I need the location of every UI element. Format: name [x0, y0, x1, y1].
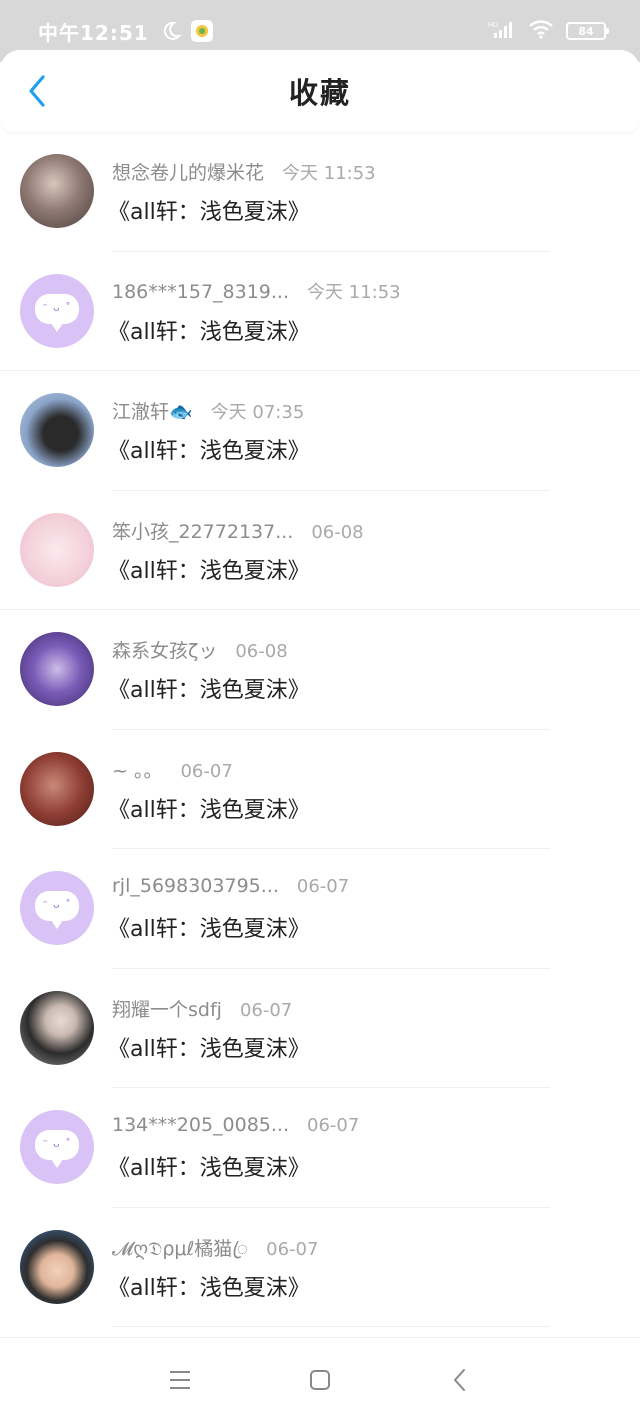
- app-notification-icon: [190, 20, 213, 42]
- list-item[interactable]: 𝓜ღ𝔇ρμℓ橘猫ꦿ 06-07 《all轩：浅色夏沫》: [0, 1208, 640, 1327]
- user-name: ~ 。。: [112, 759, 163, 782]
- status-time: 中午12:51: [38, 20, 149, 45]
- collected-title: 《all轩：浅色夏沫》: [108, 797, 310, 823]
- home-square-icon: [310, 1370, 330, 1390]
- user-name: 森系女孩ζッ: [112, 640, 218, 662]
- battery-level: 84: [578, 24, 594, 38]
- avatar[interactable]: ᵔ ᴗ ˚: [20, 871, 94, 945]
- signal-icon: HD: [488, 19, 516, 43]
- avatar[interactable]: ᵔ ᴗ ˚: [20, 1110, 94, 1184]
- timestamp: 06-07: [239, 999, 293, 1021]
- list-item[interactable]: ᵔ ᴗ ˚ 134***205_0085... 06-07 《all轩：浅色夏沫》: [0, 1088, 640, 1208]
- collected-title: 《all轩：浅色夏沫》: [108, 200, 310, 225]
- network-label: HD: [488, 22, 498, 29]
- chat-bubble-icon: ᵔ ᴗ ˚: [35, 293, 79, 332]
- chevron-left-icon: [29, 75, 45, 107]
- back-button[interactable]: [20, 74, 54, 108]
- home-button[interactable]: [305, 1365, 335, 1395]
- timestamp: 06-07: [307, 1115, 360, 1136]
- chat-bubble-icon: ᵔ ᴗ ˚: [35, 1130, 79, 1168]
- header: 收藏: [0, 50, 640, 132]
- timestamp: 今天 07:35: [210, 402, 305, 423]
- list-item[interactable]: 江澈轩🐟 今天 07:35 《all轩：浅色夏沫》: [0, 371, 640, 491]
- user-name: 翔耀一个sdfj: [112, 998, 222, 1021]
- avatar[interactable]: [20, 990, 94, 1065]
- chat-bubble-icon: ᵔ ᴗ ˚: [35, 891, 79, 929]
- list-item[interactable]: ~ 。。 06-07 《all轩：浅色夏沫》: [0, 730, 640, 849]
- collected-title: 《all轩：浅色夏沫》: [108, 558, 310, 584]
- user-name: 𝓜ღ𝔇ρμℓ橘猫ꦿ: [112, 1237, 249, 1260]
- timestamp: 06-07: [296, 876, 350, 897]
- collected-title: 《all轩：浅色夏沫》: [108, 1036, 310, 1062]
- timestamp: 06-07: [266, 1238, 319, 1260]
- menu-button[interactable]: [165, 1365, 195, 1395]
- favorites-list: 想念卷儿的爆米花 今天 11:53 《all轩：浅色夏沫》 ᵔ ᴗ ˚ 186**…: [0, 132, 640, 1327]
- collected-title: 《all轩：浅色夏沫》: [108, 319, 310, 345]
- battery-icon: 84: [566, 22, 609, 40]
- timestamp: 06-08: [311, 521, 364, 543]
- timestamp: 06-08: [235, 641, 288, 662]
- nav-back-button[interactable]: [445, 1365, 475, 1395]
- avatar[interactable]: [20, 751, 94, 826]
- timestamp: 今天 11:53: [307, 281, 401, 303]
- list-item[interactable]: 森系女孩ζッ 06-08 《all轩：浅色夏沫》: [0, 610, 640, 730]
- wifi-icon: [528, 19, 554, 43]
- user-name: 想念卷儿的爆米花: [112, 162, 265, 184]
- list-item[interactable]: 翔耀一个sdfj 06-07 《all轩：浅色夏沫》: [0, 969, 640, 1088]
- list-item[interactable]: ᵔ ᴗ ˚ rjl_5698303795... 06-07 《all轩：浅色夏沫》: [0, 849, 640, 969]
- avatar[interactable]: [20, 512, 94, 587]
- avatar[interactable]: [20, 1229, 94, 1304]
- menu-icon: [170, 1371, 190, 1389]
- collected-title: 《all轩：浅色夏沫》: [108, 917, 310, 942]
- user-name: 134***205_0085...: [112, 1114, 290, 1136]
- page-title: 收藏: [288, 76, 351, 110]
- collected-title: 《all轩：浅色夏沫》: [108, 1156, 310, 1181]
- avatar[interactable]: ᵔ ᴗ ˚: [20, 273, 94, 348]
- avatar[interactable]: [20, 393, 94, 467]
- user-name: 江澈轩🐟: [112, 401, 193, 423]
- list-item[interactable]: 笨小孩_22772137... 06-08 《all轩：浅色夏沫》: [0, 491, 640, 610]
- user-name: 186***157_8319...: [112, 280, 290, 303]
- user-name: rjl_5698303795...: [112, 875, 279, 897]
- avatar[interactable]: [20, 154, 94, 228]
- collected-title: 《all轩：浅色夏沫》: [108, 678, 310, 703]
- timestamp: 今天 11:53: [282, 163, 376, 184]
- collected-title: 《all轩：浅色夏沫》: [108, 439, 310, 464]
- avatar[interactable]: [20, 632, 94, 706]
- nav-back-icon: [454, 1369, 465, 1391]
- moon-icon: [161, 21, 181, 41]
- collected-title: 《all轩：浅色夏沫》: [108, 1275, 310, 1301]
- list-item[interactable]: ᵔ ᴗ ˚ 186***157_8319... 今天 11:53 《all轩：浅色…: [0, 252, 640, 371]
- user-name: 笨小孩_22772137...: [112, 520, 294, 543]
- system-nav-bar: [0, 1337, 640, 1422]
- divider: [112, 1326, 550, 1327]
- list-item[interactable]: 想念卷儿的爆米花 今天 11:53 《all轩：浅色夏沫》: [0, 132, 640, 252]
- timestamp: 06-07: [180, 760, 233, 782]
